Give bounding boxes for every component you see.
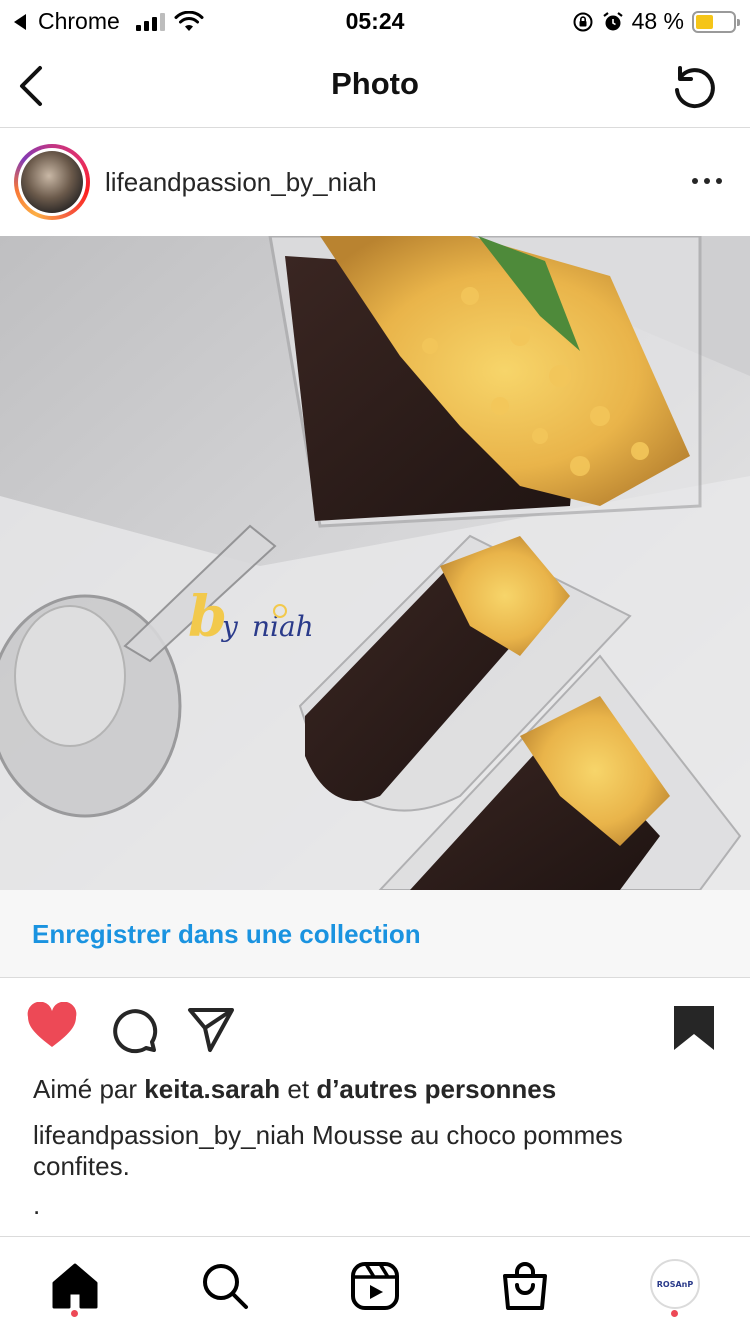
comment-icon[interactable]: [108, 1004, 160, 1056]
save-to-collection-bar: Enregistrer dans une collection: [0, 890, 750, 978]
navigation-bar: Photo: [0, 44, 750, 128]
battery-icon: [692, 10, 740, 33]
profile-avatar-label: ROSAnP: [656, 1279, 694, 1289]
bookmark-icon[interactable]: [668, 1004, 720, 1056]
likes-summary: Aimé par keita.sarah et d’autres personn…: [33, 1074, 556, 1105]
avatar[interactable]: [14, 144, 90, 220]
svg-text:y: y: [220, 610, 239, 643]
status-bar: Chrome 05:24 48 %: [0, 0, 750, 44]
share-icon[interactable]: [186, 1004, 238, 1056]
battery-percent: 48 %: [631, 8, 684, 34]
page-title: Photo: [331, 66, 419, 101]
post-username[interactable]: lifeandpassion_by_niah: [105, 167, 377, 198]
likes-prefix: Aimé par: [33, 1074, 138, 1104]
post-actions: [0, 1000, 750, 1056]
search-icon[interactable]: [200, 1261, 250, 1311]
dessert-image: b y niah: [0, 236, 750, 890]
save-to-collection-link[interactable]: Enregistrer dans une collection: [32, 919, 421, 950]
post-caption: lifeandpassion_by_niah Mousse au choco p…: [33, 1120, 723, 1182]
home-icon[interactable]: [50, 1261, 100, 1311]
reels-icon[interactable]: [350, 1261, 400, 1311]
caption-username[interactable]: lifeandpassion_by_niah: [33, 1120, 305, 1150]
more-options-icon[interactable]: [692, 178, 722, 184]
likes-conjunction: et: [287, 1074, 310, 1104]
profile-notification-dot: [671, 1310, 678, 1317]
home-notification-dot: [71, 1310, 78, 1317]
alarm-icon: [602, 11, 623, 30]
post-header: lifeandpassion_by_niah: [0, 128, 750, 236]
refresh-icon[interactable]: [668, 60, 720, 112]
profile-avatar[interactable]: ROSAnP: [650, 1259, 700, 1309]
likes-others[interactable]: d’autres personnes: [316, 1074, 556, 1104]
shop-icon[interactable]: [500, 1261, 550, 1311]
post-photo[interactable]: b y niah: [0, 236, 750, 890]
caption-extra: .: [33, 1190, 41, 1220]
likes-user[interactable]: keita.sarah: [144, 1074, 280, 1104]
orientation-lock-icon: [573, 12, 593, 31]
like-heart-icon[interactable]: [26, 1002, 78, 1050]
tab-bar: ROSAnP: [0, 1236, 750, 1334]
svg-text:niah: niah: [252, 610, 314, 643]
